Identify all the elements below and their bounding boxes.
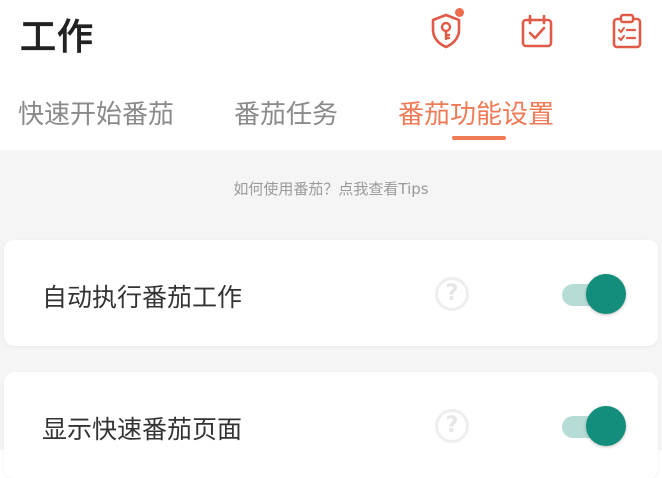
calendar-check-icon <box>521 14 553 48</box>
toggle-knob <box>586 406 626 446</box>
tab-pomodoro-tasks[interactable]: 番茄任务 <box>234 94 338 131</box>
settings-content: 如何使用番茄？点我查看Tips 自动执行番茄工作 ? 显示快速番茄页面 ? <box>0 150 662 478</box>
active-tab-indicator <box>452 136 506 140</box>
tab-bar: 快速开始番茄 番茄任务 番茄功能设置 <box>0 88 662 148</box>
setting-card-show-quick-page: 显示快速番茄页面 ? <box>4 372 658 478</box>
page-title: 工作 <box>20 17 95 58</box>
clipboard-list-icon <box>612 13 642 49</box>
calendar-check-button[interactable] <box>518 12 556 50</box>
shield-key-button[interactable] <box>427 8 465 50</box>
toggle-knob <box>586 274 626 314</box>
setting-card-auto-run: 自动执行番茄工作 ? <box>4 240 658 346</box>
tips-link[interactable]: 如何使用番茄？点我查看Tips <box>0 178 662 199</box>
notification-badge <box>455 8 464 17</box>
help-icon[interactable]: ? <box>435 277 469 311</box>
app-header: 工作 快速开始番茄 番茄任务 番茄功能设置 <box>0 0 662 150</box>
tab-pomodoro-settings[interactable]: 番茄功能设置 <box>398 94 554 131</box>
show-quick-page-toggle[interactable] <box>562 406 626 448</box>
tab-quick-start-pomodoro[interactable]: 快速开始番茄 <box>18 94 174 131</box>
setting-label: 显示快速番茄页面 <box>42 415 243 444</box>
help-icon[interactable]: ? <box>435 409 469 443</box>
auto-run-toggle[interactable] <box>562 274 626 316</box>
setting-label: 自动执行番茄工作 <box>42 283 243 312</box>
shield-key-icon <box>431 13 461 49</box>
clipboard-list-button[interactable] <box>608 12 646 50</box>
